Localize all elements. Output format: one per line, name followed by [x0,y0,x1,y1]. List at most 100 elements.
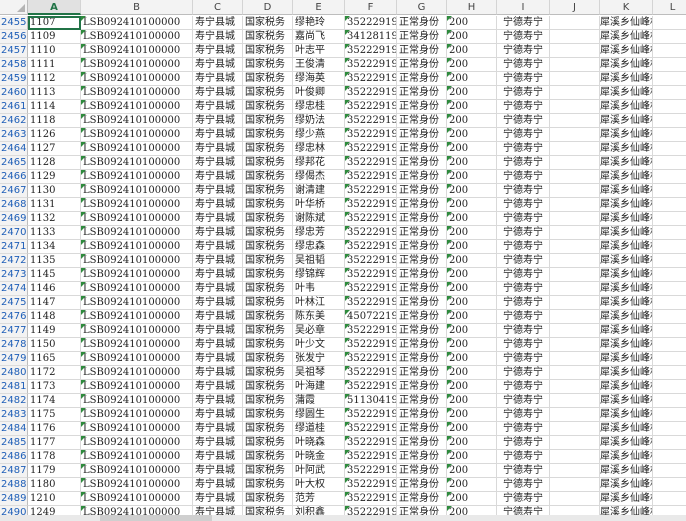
row-header[interactable]: 2483 [0,408,28,422]
cell-d[interactable]: 国家税务 [243,170,293,184]
cell-b[interactable]: LSB092410100000 [81,226,193,240]
cell-l[interactable] [653,380,686,394]
cell-k[interactable]: 犀溪乡仙峰村 [600,100,653,114]
cell-j[interactable] [550,464,600,478]
column-header-f[interactable]: F [345,0,397,15]
cell-i[interactable]: 宁德寿宁 [497,422,550,436]
cell-b[interactable]: LSB092410100000 [81,478,193,492]
cell-b[interactable]: LSB092410100000 [81,184,193,198]
cell-a[interactable]: 1134 [28,240,81,254]
cell-d[interactable]: 国家税务 [243,422,293,436]
cell-e[interactable]: 范芳 [293,492,345,506]
cell-f[interactable]: 35222919 [345,450,397,464]
cell-g[interactable]: 正常身份 [397,156,447,170]
cell-e[interactable]: 缪道桂 [293,422,345,436]
cell-b[interactable]: LSB092410100000 [81,380,193,394]
cell-e[interactable]: 叶韦 [293,282,345,296]
cell-l[interactable] [653,100,686,114]
cell-d[interactable]: 国家税务 [243,352,293,366]
cell-g[interactable]: 正常身份 [397,324,447,338]
cell-a[interactable]: 1176 [28,422,81,436]
cell-g[interactable]: 正常身份 [397,16,447,30]
cell-h[interactable]: 200 [447,198,497,212]
cell-l[interactable] [653,114,686,128]
cell-e[interactable]: 叶晓金 [293,450,345,464]
cell-e[interactable]: 吴祖琴 [293,366,345,380]
cell-c[interactable]: 寿宁县城 [193,240,243,254]
cell-c[interactable]: 寿宁县城 [193,310,243,324]
cell-a[interactable]: 1112 [28,72,81,86]
cell-d[interactable]: 国家税务 [243,184,293,198]
cell-k[interactable]: 犀溪乡仙峰村 [600,240,653,254]
row-header[interactable]: 2467 [0,184,28,198]
cell-f[interactable]: 35222919 [345,464,397,478]
horizontal-scrollbar-thumb[interactable] [100,515,212,521]
cell-d[interactable]: 国家税务 [243,240,293,254]
cell-a[interactable]: 1148 [28,310,81,324]
cell-f[interactable]: 35222919 [345,198,397,212]
cell-j[interactable] [550,30,600,44]
cell-f[interactable]: 35222919 [345,86,397,100]
cell-b[interactable]: LSB092410100000 [81,366,193,380]
cell-g[interactable]: 正常身份 [397,226,447,240]
row-header[interactable]: 2488 [0,478,28,492]
cell-k[interactable]: 犀溪乡仙峰村 [600,436,653,450]
cell-f[interactable]: 35222919 [345,156,397,170]
cell-l[interactable] [653,450,686,464]
cell-a[interactable]: 1178 [28,450,81,464]
cell-d[interactable]: 国家税务 [243,212,293,226]
cell-c[interactable]: 寿宁县城 [193,352,243,366]
cell-k[interactable]: 犀溪乡仙峰村 [600,282,653,296]
cell-a[interactable]: 1110 [28,44,81,58]
cell-b[interactable]: LSB092410100000 [81,422,193,436]
cell-b[interactable]: LSB092410100000 [81,310,193,324]
cell-i[interactable]: 宁德寿宁 [497,296,550,310]
cell-k[interactable]: 犀溪乡仙峰村 [600,310,653,324]
cell-f[interactable]: 35222919 [345,436,397,450]
cell-g[interactable]: 正常身份 [397,366,447,380]
cell-i[interactable]: 宁德寿宁 [497,184,550,198]
cell-f[interactable]: 35222919 [345,324,397,338]
cell-f[interactable]: 35222919 [345,142,397,156]
cell-b[interactable]: LSB092410100000 [81,296,193,310]
row-header[interactable]: 2465 [0,156,28,170]
cell-l[interactable] [653,212,686,226]
cell-b[interactable]: LSB092410100000 [81,142,193,156]
cell-j[interactable] [550,450,600,464]
cell-k[interactable]: 犀溪乡仙峰村 [600,198,653,212]
cell-h[interactable]: 200 [447,478,497,492]
cell-h[interactable]: 200 [447,184,497,198]
cell-c[interactable]: 寿宁县城 [193,380,243,394]
cell-a[interactable]: 1114 [28,100,81,114]
cell-a[interactable]: 1130 [28,184,81,198]
cell-f[interactable]: 35222919 [345,408,397,422]
cell-a[interactable]: 1113 [28,86,81,100]
cell-i[interactable]: 宁德寿宁 [497,212,550,226]
cell-h[interactable]: 200 [447,16,497,30]
cell-a[interactable]: 1149 [28,324,81,338]
column-header-j[interactable]: J [550,0,600,15]
cell-l[interactable] [653,198,686,212]
cell-l[interactable] [653,268,686,282]
row-header[interactable]: 2485 [0,436,28,450]
cell-g[interactable]: 正常身份 [397,436,447,450]
cell-k[interactable]: 犀溪乡仙峰村 [600,492,653,506]
cell-a[interactable]: 1118 [28,114,81,128]
cell-d[interactable]: 国家税务 [243,142,293,156]
cell-e[interactable]: 叶林江 [293,296,345,310]
cell-i[interactable]: 宁德寿宁 [497,436,550,450]
row-header[interactable]: 2468 [0,198,28,212]
column-header-c[interactable]: C [193,0,243,15]
cell-i[interactable]: 宁德寿宁 [497,44,550,58]
cell-l[interactable] [653,436,686,450]
cell-d[interactable]: 国家税务 [243,58,293,72]
column-header-h[interactable]: H [447,0,497,15]
cell-l[interactable] [653,338,686,352]
cell-f[interactable]: 34128119 [345,30,397,44]
cell-c[interactable]: 寿宁县城 [193,72,243,86]
cell-c[interactable]: 寿宁县城 [193,436,243,450]
cell-g[interactable]: 正常身份 [397,44,447,58]
cell-c[interactable]: 寿宁县城 [193,44,243,58]
cell-g[interactable]: 正常身份 [397,352,447,366]
cell-b[interactable]: LSB092410100000 [81,254,193,268]
